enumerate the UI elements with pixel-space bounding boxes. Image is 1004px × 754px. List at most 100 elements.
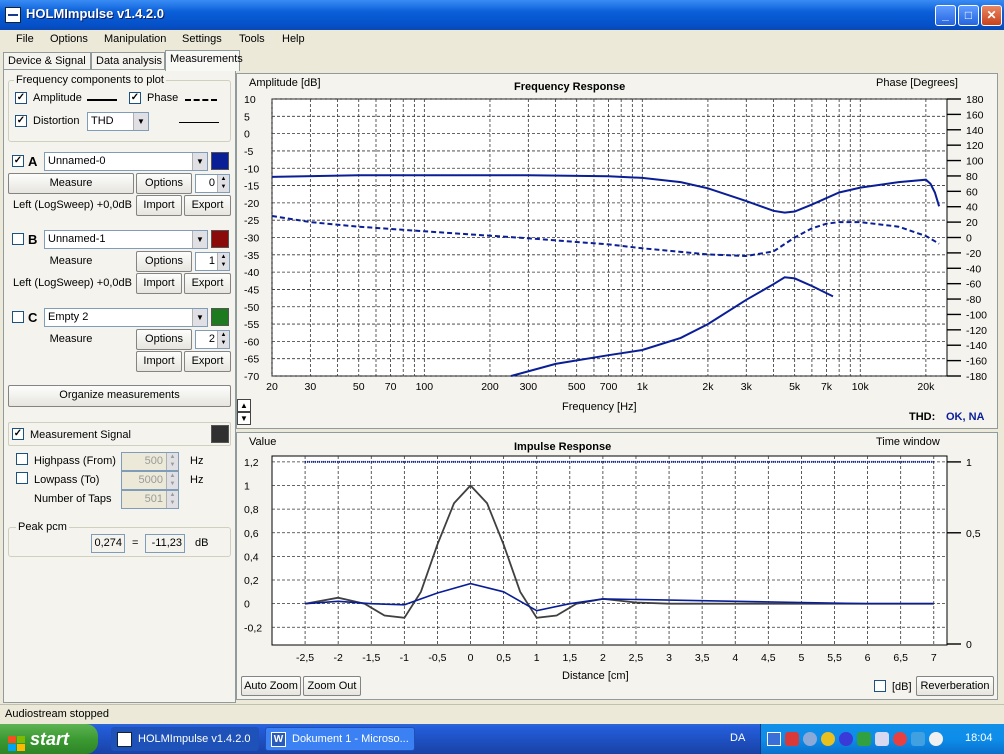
zoom-out-button[interactable]: Zoom Out	[303, 676, 361, 696]
amplitude-label: Amplitude	[33, 92, 82, 104]
amplitude-tick-label: -60	[244, 336, 259, 348]
frequency-tick-label: 200	[481, 381, 499, 393]
phase-axis-label: Phase [Degrees]	[876, 77, 958, 89]
impulse-response-chart[interactable]: 1,210,80,60,40,20-0,2 10,50 -2,5 -2 -1,5 -1…	[237, 433, 997, 699]
measurement-signal-color-swatch[interactable]	[211, 425, 229, 443]
distance-tick-label: 3	[666, 652, 672, 664]
lowpass-checkbox[interactable]	[16, 472, 28, 484]
usb-icon[interactable]	[875, 732, 889, 746]
menu-manipulation[interactable]: Manipulation	[104, 33, 166, 45]
measurement-c-checkbox[interactable]	[12, 311, 24, 323]
amplitude-tick-label: -65	[244, 354, 259, 366]
alert-icon[interactable]	[893, 732, 907, 746]
measurement-c-import-button[interactable]: Import	[136, 351, 182, 372]
close-button[interactable]: ✕	[981, 5, 1002, 26]
measurements-panel: Frequency components to plot Amplitude P…	[3, 69, 236, 703]
peak-pcm-title: Peak pcm	[16, 521, 69, 533]
highpass-checkbox[interactable]	[16, 453, 28, 465]
bluetooth-icon[interactable]	[839, 732, 853, 746]
distance-tick-label: 0	[468, 652, 474, 664]
menu-options[interactable]: Options	[50, 33, 88, 45]
start-button[interactable]: start	[0, 724, 98, 754]
measurement-b-checkbox[interactable]	[12, 233, 24, 245]
measurement-c-measure-button[interactable]: Measure	[8, 329, 134, 350]
language-indicator[interactable]: DA	[730, 732, 745, 744]
measurement-b-measure-button[interactable]: Measure	[8, 251, 134, 272]
measurement-b-channel-spinner[interactable]: 1 ▲ ▼	[195, 252, 230, 271]
messenger-icon[interactable]	[929, 732, 943, 746]
measurement-a-channel-spinner[interactable]: 0 ▲ ▼	[195, 174, 230, 193]
network-icon[interactable]	[767, 732, 781, 746]
measurement-a-color-swatch[interactable]	[211, 152, 229, 170]
maximize-button[interactable]: □	[958, 5, 979, 26]
phase-tick-label: -100	[966, 309, 987, 321]
lowpass-spinner[interactable]: 5000 ▲ ▼	[121, 471, 179, 490]
measurement-a-import-button[interactable]: Import	[136, 195, 182, 216]
volume-icon[interactable]	[911, 732, 925, 746]
measurement-a-measure-button[interactable]: Measure	[8, 173, 134, 194]
highpass-value: 500	[144, 455, 163, 467]
distortion-checkbox[interactable]	[15, 115, 27, 127]
tab-data-analysis[interactable]: Data analysis	[91, 52, 165, 70]
security-icon[interactable]	[785, 732, 799, 746]
tab-measurements[interactable]: Measurements	[165, 50, 243, 71]
system-tray: 18:04	[760, 724, 1004, 754]
phase-checkbox[interactable]	[129, 92, 141, 104]
highpass-spinner[interactable]: 500 ▲ ▼	[121, 452, 179, 471]
measurement-b-import-button[interactable]: Import	[136, 273, 182, 294]
panel-up-arrow-icon[interactable]: ▲	[237, 399, 251, 412]
value-tick-label: -0,2	[244, 622, 262, 634]
spinner-arrows-icon[interactable]: ▲ ▼	[166, 491, 178, 508]
measurement-b-name: Unnamed-1	[48, 233, 106, 245]
distance-tick-label: 0,5	[496, 652, 511, 664]
measurement-b-name-select[interactable]: Unnamed-1 ▼	[44, 230, 208, 249]
measurement-a-info: Left (LogSweep) +0,0dB	[13, 199, 132, 211]
value-tick-label: 0	[244, 599, 250, 611]
spinner-arrows-icon[interactable]: ▲ ▼	[217, 253, 229, 270]
minimize-button[interactable]: _	[935, 5, 956, 26]
measurement-a-checkbox[interactable]	[12, 155, 24, 167]
amplitude-checkbox[interactable]	[15, 92, 27, 104]
frequency-components-group: Frequency components to plot Amplitude P…	[8, 74, 231, 142]
measurement-b-spin-value: 1	[208, 255, 215, 267]
antivirus-icon[interactable]	[857, 732, 871, 746]
measurement-c-options-button[interactable]: Options	[136, 329, 192, 350]
measurement-c-channel-spinner[interactable]: 2 ▲ ▼	[195, 330, 230, 349]
update-icon[interactable]	[821, 732, 835, 746]
connection-icon[interactable]	[803, 732, 817, 746]
taskbar-item-holmimpulse[interactable]: HOLMImpulse v1.4.2.0	[111, 727, 259, 751]
measurement-a-export-button[interactable]: Export	[184, 195, 231, 216]
frequency-response-chart[interactable]: 1050-5-10-15-20-25-30-35-40-45-50-55-60-…	[237, 74, 997, 428]
menu-file[interactable]: File	[16, 33, 34, 45]
organize-measurements-button[interactable]: Organize measurements	[8, 385, 231, 407]
spinner-arrows-icon[interactable]: ▲ ▼	[217, 175, 229, 192]
auto-zoom-button[interactable]: Auto Zoom	[241, 676, 301, 696]
menu-help[interactable]: Help	[282, 33, 305, 45]
taskbar-item-word-document[interactable]: W Dokument 1 - Microso...	[265, 727, 415, 751]
frequency-tick-label: 10k	[852, 381, 870, 393]
measurement-c-export-button[interactable]: Export	[184, 351, 231, 372]
menu-tools[interactable]: Tools	[239, 33, 265, 45]
db-checkbox[interactable]	[874, 680, 886, 692]
title-bar: HOLMImpulse v1.4.2.0 _ □ ✕	[0, 0, 1004, 30]
spinner-arrows-icon[interactable]: ▲ ▼	[166, 453, 178, 470]
panel-down-arrow-icon[interactable]: ▼	[237, 412, 251, 425]
menu-settings[interactable]: Settings	[182, 33, 222, 45]
spinner-arrows-icon[interactable]: ▲ ▼	[166, 472, 178, 489]
reverberation-button[interactable]: Reverberation	[916, 676, 994, 696]
clock[interactable]: 18:04	[965, 732, 993, 744]
status-bar: Audiostream stopped	[0, 704, 1004, 724]
measurement-b-export-button[interactable]: Export	[184, 273, 231, 294]
measurement-b-options-button[interactable]: Options	[136, 251, 192, 272]
distortion-type-select[interactable]: THD ▼	[87, 112, 149, 131]
spinner-arrows-icon[interactable]: ▲ ▼	[217, 331, 229, 348]
measurement-a-options-button[interactable]: Options	[136, 173, 192, 194]
amplitude-tick-label: -40	[244, 267, 259, 279]
tab-device-signal[interactable]: Device & Signal	[3, 52, 91, 70]
measurement-c-color-swatch[interactable]	[211, 308, 229, 326]
measurement-signal-checkbox[interactable]	[12, 428, 24, 440]
taps-spinner[interactable]: 501 ▲ ▼	[121, 490, 179, 509]
measurement-b-color-swatch[interactable]	[211, 230, 229, 248]
measurement-c-name-select[interactable]: Empty 2 ▼	[44, 308, 208, 327]
measurement-a-name-select[interactable]: Unnamed-0 ▼	[44, 152, 208, 171]
